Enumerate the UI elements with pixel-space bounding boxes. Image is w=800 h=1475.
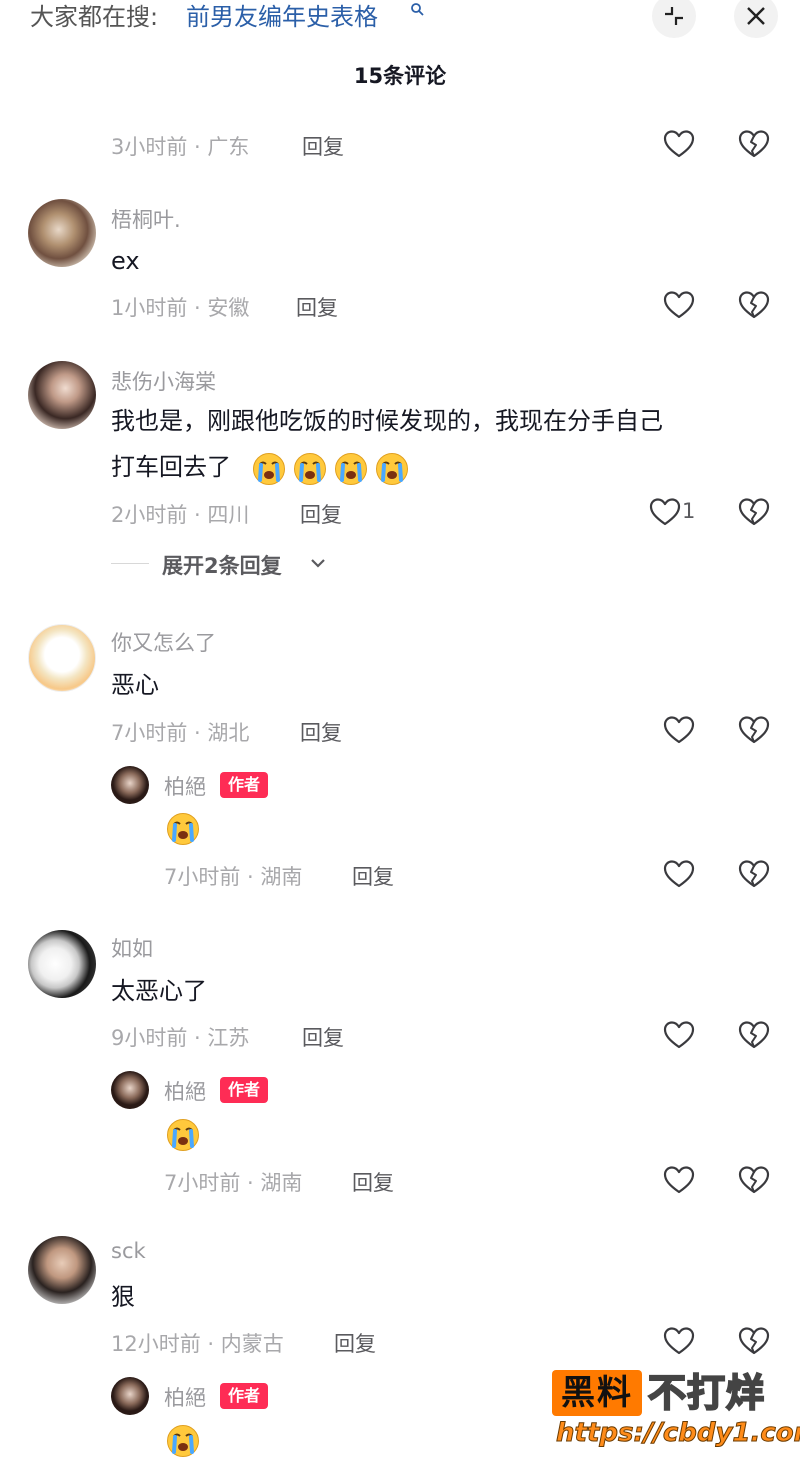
like-icon[interactable]: [663, 859, 695, 889]
comment-text: 太恶心了: [111, 977, 207, 1005]
avatar[interactable]: [28, 624, 96, 692]
like-icon[interactable]: [649, 497, 681, 527]
like-icon[interactable]: [663, 1020, 695, 1050]
comment-meta: 7小时前 · 湖南: [164, 865, 303, 889]
reply-button[interactable]: 回复: [334, 1328, 376, 1358]
dislike-icon[interactable]: [738, 290, 770, 320]
comment-meta: 12小时前 · 内蒙古: [111, 1332, 284, 1356]
crying-face-emoji: [166, 1424, 200, 1458]
search-suggestion-link[interactable]: 前男友编年史表格: [186, 0, 378, 34]
comment-username[interactable]: 你又怎么了: [111, 627, 216, 657]
avatar[interactable]: [111, 766, 149, 804]
comment-username[interactable]: 柏絕: [164, 1076, 206, 1106]
top-search-bar: 大家都在搜: 前男友编年史表格: [0, 0, 800, 40]
reply-button[interactable]: 回复: [352, 861, 394, 891]
author-badge: 作者: [220, 1383, 269, 1409]
author-badge: 作者: [220, 1077, 269, 1103]
comment-username[interactable]: 柏絕: [164, 1382, 206, 1412]
comment-meta: 9小时前 · 江苏: [111, 1026, 250, 1050]
dislike-icon[interactable]: [738, 859, 770, 889]
like-icon[interactable]: [663, 290, 695, 320]
collapse-button[interactable]: [652, 0, 696, 38]
like-icon[interactable]: [663, 1165, 695, 1195]
comment-username[interactable]: sck: [111, 1239, 146, 1263]
reply-button[interactable]: 回复: [352, 1167, 394, 1197]
like-count: 1: [682, 499, 696, 523]
collapse-icon: [665, 7, 683, 25]
dislike-icon[interactable]: [738, 715, 770, 745]
avatar[interactable]: [28, 1236, 96, 1304]
dislike-icon[interactable]: [738, 497, 770, 527]
watermark-logo: 黑料: [552, 1370, 642, 1416]
comment-username[interactable]: 如如: [111, 933, 153, 963]
like-icon[interactable]: [663, 129, 695, 159]
crying-face-emoji: [252, 452, 286, 486]
crying-face-emoji: [375, 452, 409, 486]
close-icon: [747, 7, 765, 25]
comment-username[interactable]: 柏絕: [164, 771, 206, 801]
dislike-icon[interactable]: [738, 1165, 770, 1195]
comment-username[interactable]: 悲伤小海棠: [111, 366, 216, 396]
comment-username[interactable]: 梧桐叶.: [111, 204, 181, 234]
comment-text: ex: [111, 247, 140, 275]
crying-face-emoji: [166, 812, 200, 846]
comment-text: 狠: [111, 1283, 135, 1311]
comment-text: 恶心: [111, 671, 159, 699]
chevron-down-icon[interactable]: [310, 557, 326, 569]
comment-meta: 3小时前 · 广东: [111, 135, 250, 159]
search-prefix-label: 大家都在搜:: [30, 3, 159, 31]
like-icon[interactable]: [663, 1326, 695, 1356]
comment-meta: 1小时前 · 安徽: [111, 296, 250, 320]
avatar[interactable]: [111, 1071, 149, 1109]
reply-button[interactable]: 回复: [300, 717, 342, 747]
expand-divider: [111, 563, 149, 564]
crying-face-emoji: [166, 1118, 200, 1152]
reply-button[interactable]: 回复: [296, 292, 338, 322]
reply-button[interactable]: 回复: [300, 499, 342, 529]
comment-count-title: 15条评论: [353, 64, 447, 88]
comment-meta: 7小时前 · 湖南: [164, 1171, 303, 1195]
comment-text: 打车回去了: [111, 453, 231, 481]
close-button[interactable]: [734, 0, 778, 38]
expand-replies-button[interactable]: 展开2条回复: [162, 550, 282, 580]
like-icon[interactable]: [663, 715, 695, 745]
avatar[interactable]: [28, 199, 96, 267]
avatar[interactable]: [28, 930, 96, 998]
comment-meta: 2小时前 · 四川: [111, 503, 250, 527]
watermark-url: https://cbdy1.com: [556, 1418, 800, 1449]
avatar[interactable]: [111, 1377, 149, 1415]
dislike-icon[interactable]: [738, 129, 770, 159]
watermark-brand-text: 不打烊: [647, 1370, 766, 1416]
reply-button[interactable]: 回复: [302, 131, 344, 161]
comment-text: 我也是，刚跟他吃饭的时候发现的，我现在分手自己: [111, 407, 663, 435]
reply-button[interactable]: 回复: [302, 1022, 344, 1052]
comment-meta: 7小时前 · 湖北: [111, 721, 250, 745]
crying-face-emoji: [334, 452, 368, 486]
dislike-icon[interactable]: [738, 1020, 770, 1050]
avatar[interactable]: [28, 361, 96, 429]
crying-face-emoji: [293, 452, 327, 486]
author-badge: 作者: [220, 772, 269, 798]
search-icon[interactable]: [410, 2, 424, 16]
dislike-icon[interactable]: [738, 1326, 770, 1356]
